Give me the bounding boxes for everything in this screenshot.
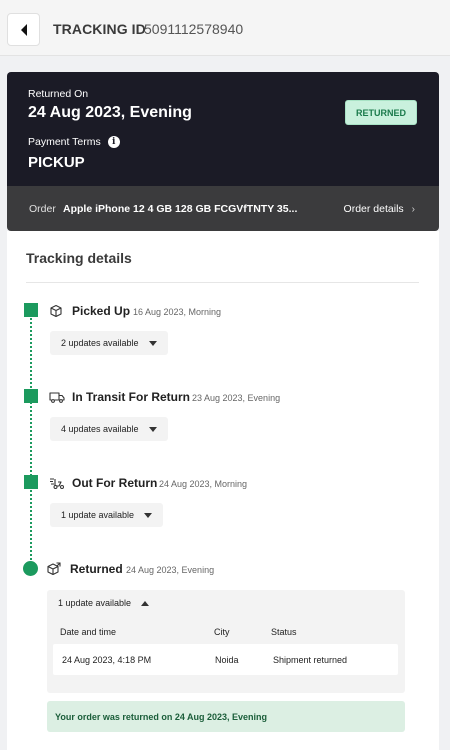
table-cell-city: Noida (215, 655, 239, 665)
back-arrow-icon (20, 23, 27, 36)
step-title: In Transit For Return (72, 390, 191, 404)
order-details-text: Order details (343, 203, 404, 215)
caret-up-icon (141, 600, 150, 606)
return-summary-card: Returned On 24 Aug 2023, Evening RETURNE… (7, 72, 439, 186)
timeline-node (24, 303, 38, 317)
order-product-name: Apple iPhone 12 4 GB 128 GB FCGVfTNTY 35… (63, 203, 298, 215)
order-details-link[interactable]: Order details › (344, 203, 415, 215)
info-icon[interactable]: i (107, 136, 120, 148)
scooter-icon (50, 478, 64, 489)
table-header-city: City (214, 627, 230, 637)
updates-text: 1 update available (58, 598, 132, 608)
truck-icon (49, 392, 65, 403)
returned-on-label: Returned On (28, 88, 89, 100)
step-time: 16 Aug 2023, Morning (133, 307, 222, 317)
return-box-icon (47, 562, 61, 576)
step-time: 24 Aug 2023, Evening (126, 565, 215, 575)
back-button[interactable] (7, 13, 40, 46)
step-title: Picked Up (72, 304, 131, 318)
divider (26, 282, 419, 283)
payment-terms-text: Payment Terms (28, 136, 101, 148)
table-header-status: Status (271, 627, 297, 637)
return-success-text: Your order was returned on 24 Aug 2023, … (55, 712, 268, 722)
tracking-details-title: Tracking details (26, 250, 132, 266)
order-strip: Order Apple iPhone 12 4 GB 128 GB FCGVfT… (7, 186, 439, 231)
top-bar: TRACKING ID 5091112578940 (0, 0, 450, 56)
payment-terms-label: Payment Terms i (28, 136, 120, 148)
updates-dropdown-expanded[interactable]: 1 update available (58, 598, 150, 608)
step-title: Out For Return (72, 476, 158, 490)
table-cell-status: Shipment returned (273, 655, 348, 665)
timeline-line (30, 311, 32, 567)
timeline-node (24, 389, 38, 403)
updates-text: 1 update available (61, 510, 135, 520)
updates-text: 2 updates available (61, 338, 139, 348)
timeline-node (24, 475, 38, 489)
caret-down-icon (148, 426, 157, 432)
tracking-id-value: 5091112578940 (144, 21, 244, 37)
tracking-details-card: Tracking details Picked Up 16 Aug 2023, … (7, 231, 439, 750)
timeline-node-final (23, 561, 38, 576)
step-time: 24 Aug 2023, Morning (159, 479, 248, 489)
tracking-id-label: TRACKING ID (53, 21, 146, 37)
returned-on-date: 24 Aug 2023, Evening (28, 104, 192, 121)
table-row: 24 Aug 2023, 4:18 PM Noida Shipment retu… (53, 644, 398, 675)
updates-dropdown[interactable]: 1 update available (50, 503, 164, 527)
chevron-right-icon: › (411, 203, 415, 215)
status-badge: RETURNED (344, 100, 417, 125)
order-label: Order (29, 203, 56, 215)
updates-panel-expanded: 1 update available Date and time City St… (47, 590, 405, 693)
caret-down-icon (144, 512, 153, 518)
payment-terms-value: PICKUP (28, 154, 85, 171)
updates-text: 4 updates available (61, 424, 139, 434)
table-cell-datetime: 24 Aug 2023, 4:18 PM (62, 655, 152, 665)
step-title: Returned (70, 562, 123, 576)
table-header-datetime: Date and time (60, 627, 117, 637)
updates-dropdown[interactable]: 2 updates available (50, 331, 168, 355)
updates-dropdown[interactable]: 4 updates available (50, 417, 168, 441)
box-icon (50, 304, 62, 318)
step-time: 23 Aug 2023, Evening (192, 393, 281, 403)
caret-down-icon (148, 340, 157, 346)
return-success-banner: Your order was returned on 24 Aug 2023, … (47, 701, 405, 732)
